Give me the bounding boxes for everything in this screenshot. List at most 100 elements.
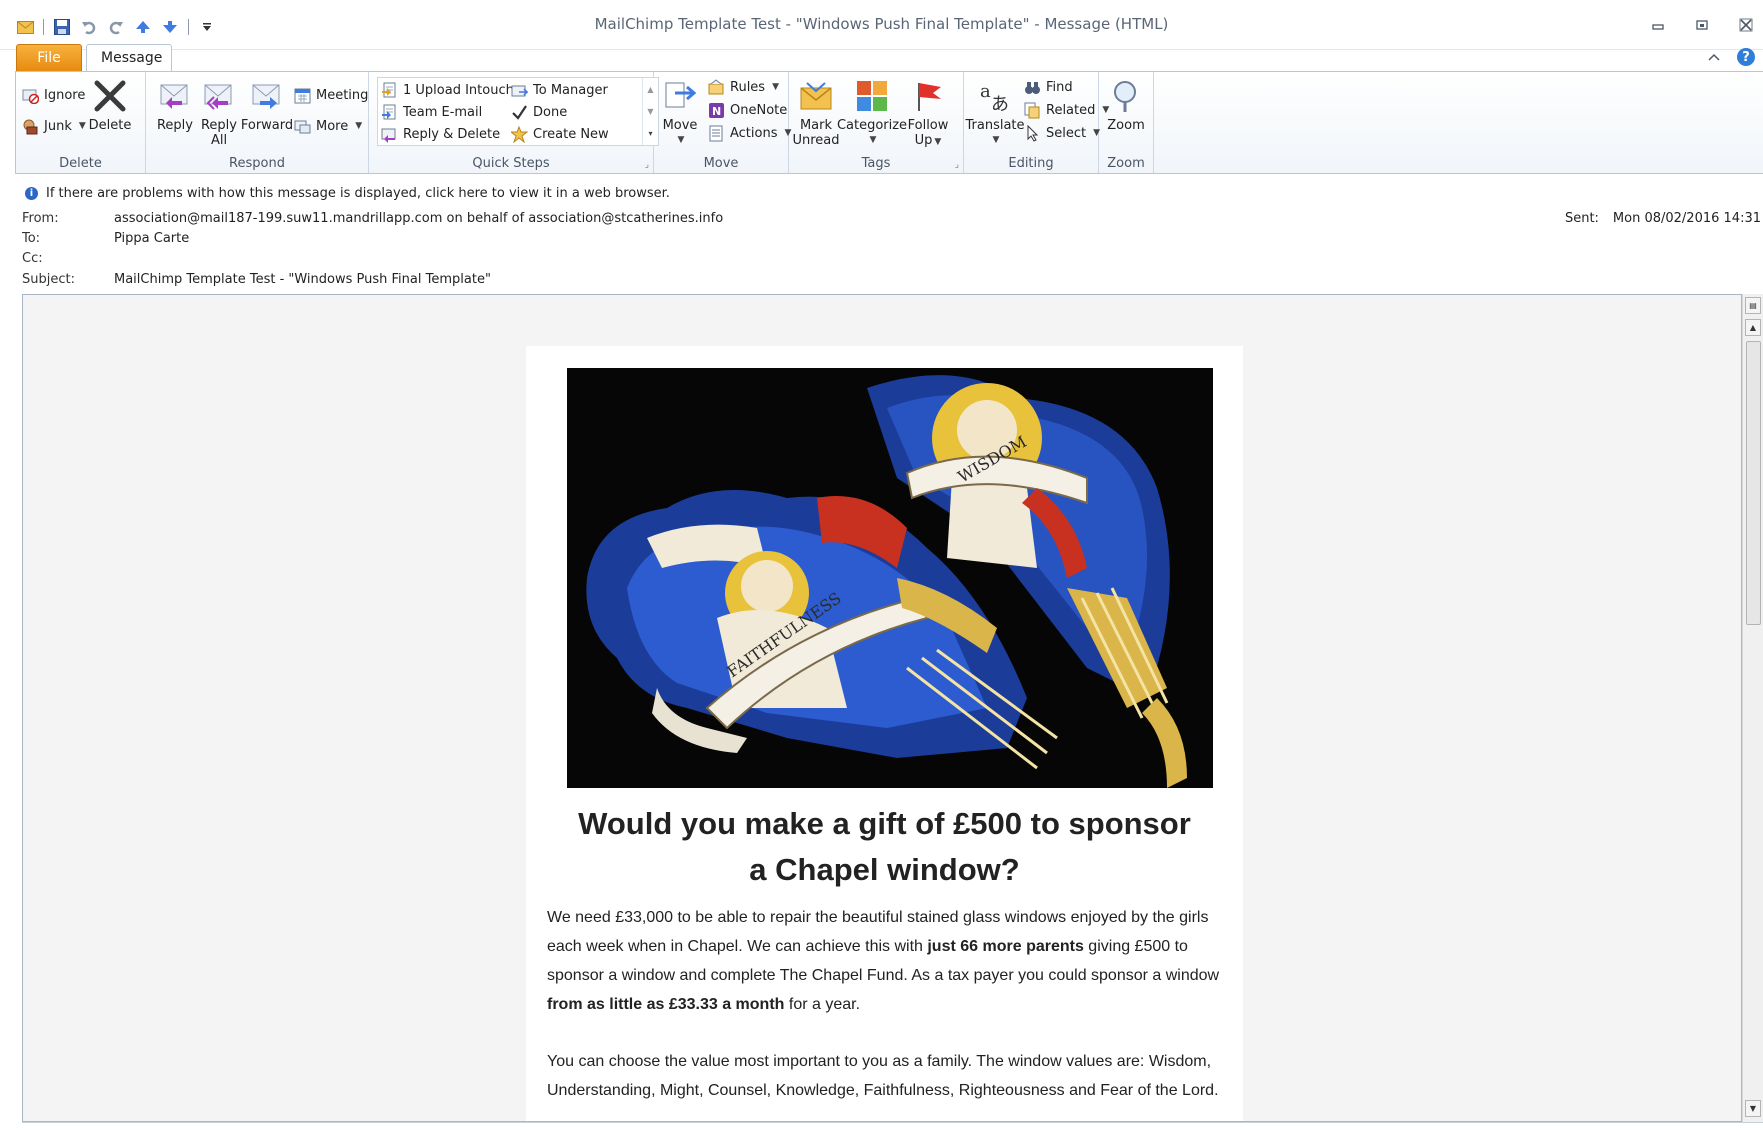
to-value[interactable]: Pippa Carte (114, 231, 189, 246)
reply-all-label-2: All (210, 133, 228, 148)
close-icon[interactable] (1737, 16, 1755, 34)
sent-label: Sent: (1564, 210, 1599, 226)
group-label-respond: Respond (229, 156, 285, 171)
vertical-scrollbar[interactable]: ▤ ▲ ▼ (1742, 294, 1763, 1122)
actions-icon (708, 125, 725, 142)
scroll-up-icon[interactable]: ▲ (1745, 319, 1761, 336)
calendar-icon (294, 87, 311, 104)
ribbon-tabs: File Message (0, 42, 1763, 72)
restore-icon[interactable] (1693, 16, 1711, 34)
reply-all-label-1: Reply (200, 118, 237, 133)
ribbon-group-respond: Reply Reply All Forward Meeting More ▼ R… (146, 72, 369, 173)
rules-icon (708, 78, 725, 96)
quick-step-team-email[interactable]: Team E-mail (381, 101, 482, 123)
move-button[interactable]: Move ▼ (658, 78, 702, 148)
email-paragraph-1: We need £33,000 to be able to repair the… (547, 903, 1227, 1019)
ribbon-group-move: Move ▼ Rules ▼ N OneNote Actions ▼ Move (654, 72, 791, 173)
ribbon-group-editing: aあ Translate ▼ Find Related ▼ Select ▼ E… (964, 72, 1109, 173)
move-folder-icon (662, 78, 698, 114)
minimize-ribbon-icon[interactable] (1705, 48, 1723, 66)
reply-all-icon (201, 78, 237, 114)
cc-row: Cc: (22, 248, 114, 268)
quick-step-label: Done (533, 104, 568, 120)
delete-x-icon (92, 78, 128, 114)
quick-step-to-manager[interactable]: To Manager (511, 79, 608, 101)
headline-line-2: a Chapel window? (749, 852, 1020, 887)
reading-pane[interactable]: FAITHFULNESS WISDOM Would you make a gif… (22, 294, 1742, 1122)
scroll-down-icon[interactable]: ▼ (1745, 1100, 1761, 1117)
view-options-icon[interactable]: ▤ (1745, 297, 1761, 314)
to-label: To: (22, 230, 41, 246)
p1-bold-b: just 66 more parents (927, 938, 1084, 955)
quick-steps-gallery: 1 Upload Intouch To Manager Team E-mail … (377, 77, 659, 146)
more-respond-button[interactable]: More ▼ (294, 115, 362, 137)
categorize-icon (854, 78, 890, 114)
follow-up-label-2: Up (914, 133, 933, 148)
help-icon[interactable]: ? (1737, 48, 1755, 66)
quick-step-label: 1 Upload Intouch (403, 82, 514, 98)
tab-message[interactable]: Message (86, 44, 172, 72)
ribbon-group-zoom: Zoom Zoom (1099, 72, 1154, 173)
ignore-icon (22, 87, 39, 104)
reply-button[interactable]: Reply (154, 78, 196, 133)
flag-icon (910, 78, 946, 114)
subject-label: Subject: (22, 271, 75, 287)
svg-text:a: a (980, 81, 991, 102)
group-label-zoom: Zoom (1107, 156, 1145, 171)
translate-button[interactable]: aあ Translate ▼ (965, 78, 1025, 148)
categorize-button[interactable]: Categorize ▼ (837, 78, 907, 148)
sent-value: Mon 08/02/2016 14:31 (1612, 210, 1761, 226)
tab-file[interactable]: File (16, 44, 82, 72)
quick-step-done[interactable]: Done (511, 101, 567, 123)
mark-unread-button[interactable]: Mark Unread (792, 78, 840, 148)
mark-unread-label-2: Unread (792, 133, 840, 148)
forward-button[interactable]: Forward (240, 78, 294, 133)
rules-button[interactable]: Rules ▼ (708, 76, 779, 98)
subject-value: MailChimp Template Test - "Windows Push … (114, 271, 491, 287)
onenote-button[interactable]: N OneNote (708, 99, 787, 121)
zoom-button[interactable]: Zoom (1103, 78, 1149, 133)
junk-icon (22, 118, 39, 135)
quick-step-label: Create New (533, 126, 609, 142)
meeting-button[interactable]: Meeting (294, 84, 368, 106)
forward-label: Forward (240, 118, 294, 133)
window-title: MailChimp Template Test - "Windows Push … (594, 15, 1169, 33)
magnifier-icon (1108, 78, 1144, 114)
email-paragraph-2: You can choose the value most important … (547, 1053, 1219, 1099)
status-strip (22, 1122, 1763, 1141)
ribbon-group-tags: Mark Unread Categorize ▼ Follow Up ▼ ⌟ Ta… (789, 72, 964, 173)
quick-step-label: To Manager (533, 82, 608, 98)
related-button[interactable]: Related ▼ (1024, 99, 1109, 121)
related-label: Related (1046, 102, 1096, 118)
actions-button[interactable]: Actions ▼ (708, 122, 791, 144)
group-label-quick-steps: Quick Steps (472, 156, 550, 171)
quick-step-create-new[interactable]: Create New (511, 123, 609, 145)
quick-step-upload-intouch[interactable]: 1 Upload Intouch (381, 79, 514, 101)
follow-up-button[interactable]: Follow Up ▼ (905, 78, 951, 150)
reply-all-button[interactable]: Reply All (198, 78, 240, 148)
group-label-tags: Tags (861, 156, 891, 171)
info-bar[interactable]: i If there are problems with how this me… (15, 182, 1763, 204)
ignore-button[interactable]: Ignore (22, 84, 85, 106)
chevron-down-icon: ▼ (934, 137, 942, 147)
create-new-icon (511, 125, 528, 143)
scrollbar-thumb[interactable] (1746, 341, 1761, 625)
chevron-down-icon: ▼ (869, 135, 877, 145)
mark-unread-label-1: Mark (799, 118, 833, 133)
minimize-icon[interactable] (1649, 16, 1667, 34)
find-button[interactable]: Find (1024, 76, 1073, 98)
quick-step-reply-delete[interactable]: Reply & Delete (381, 123, 500, 145)
follow-up-label-1: Follow (907, 118, 949, 133)
delete-button[interactable]: Delete (86, 78, 134, 133)
onenote-icon: N (708, 102, 725, 119)
translate-label: Translate (965, 118, 1025, 133)
from-row: From: association@mail187-199.suw11.mand… (22, 208, 723, 228)
group-label-delete: Delete (59, 156, 102, 171)
cursor-icon (1024, 124, 1041, 142)
from-value[interactable]: association@mail187-199.suw11.mandrillap… (114, 211, 723, 226)
binoculars-icon (1024, 79, 1041, 96)
select-button[interactable]: Select ▼ (1024, 122, 1100, 144)
junk-button[interactable]: Junk ▼ (22, 115, 86, 137)
forward-icon (249, 78, 285, 114)
zoom-label: Zoom (1107, 118, 1145, 133)
